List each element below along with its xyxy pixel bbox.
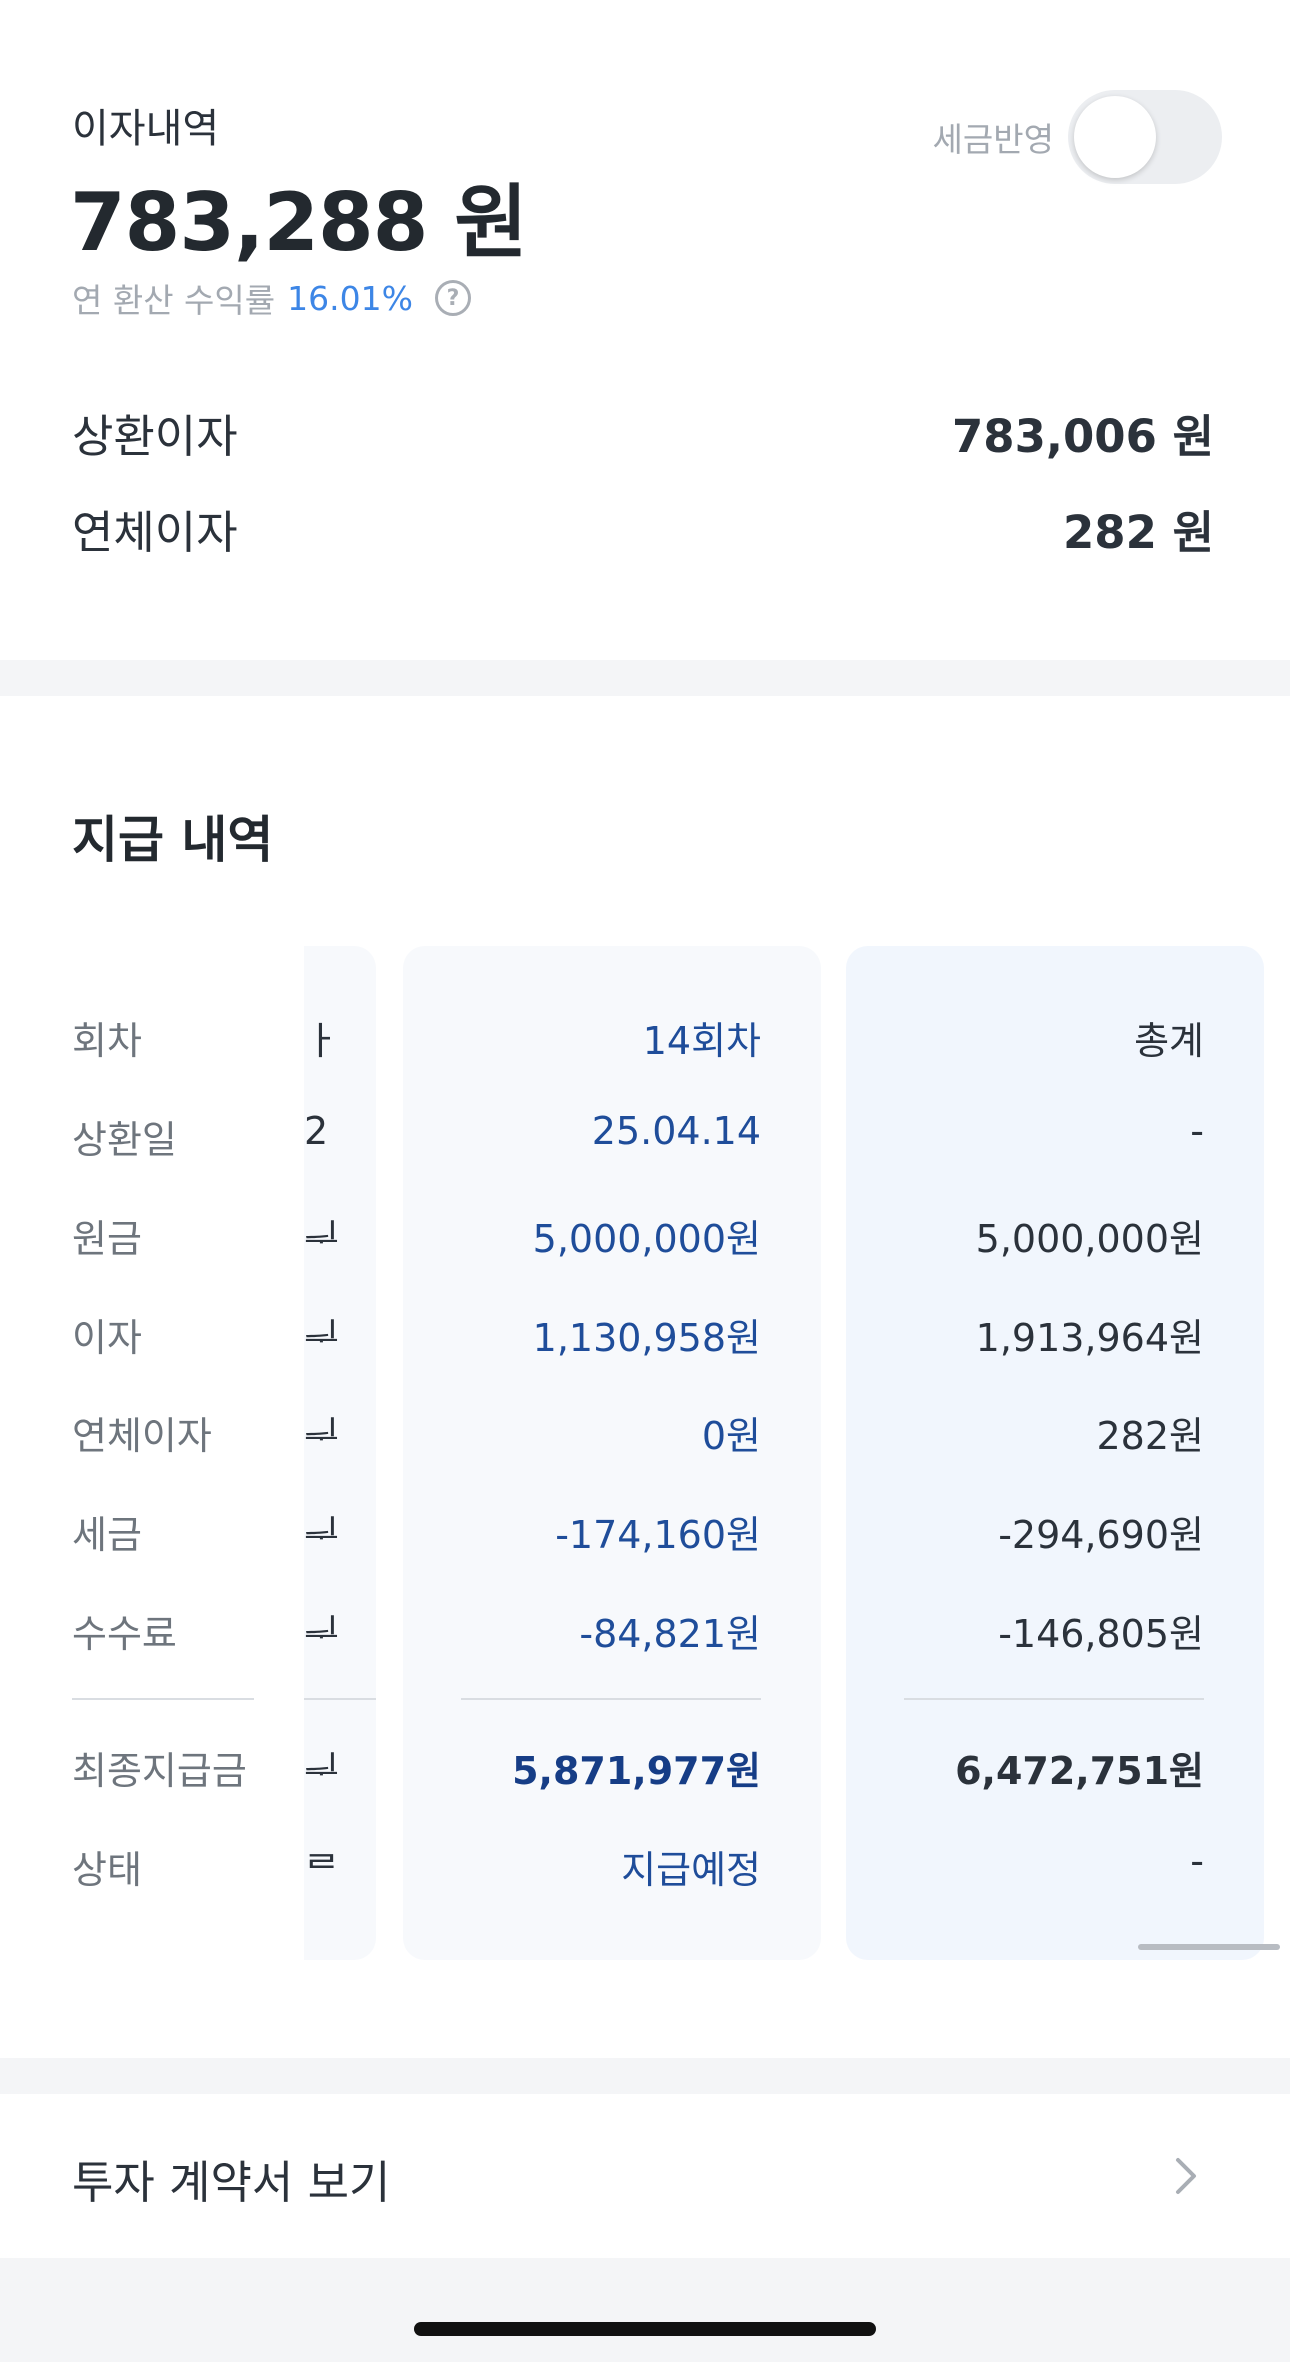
row-label-status: 상태 bbox=[72, 1848, 142, 1892]
row-label-principal: 원금 bbox=[72, 1217, 142, 1261]
row-label-interest: 이자 bbox=[72, 1316, 142, 1360]
partial-divider bbox=[304, 1698, 376, 1700]
partial-cell: ᆗ bbox=[304, 1513, 339, 1557]
cell-round: 총계 bbox=[1134, 1019, 1204, 1063]
interest-row-key: 연체이자 bbox=[72, 506, 238, 559]
cell-tax: -294,690원 bbox=[998, 1513, 1204, 1557]
cell-interest: 1,913,964원 bbox=[975, 1316, 1204, 1360]
question-circle-icon[interactable]: ? bbox=[434, 280, 471, 316]
toggle-knob bbox=[1074, 96, 1156, 178]
horizontal-scrollbar[interactable] bbox=[1138, 1944, 1280, 1950]
cell-tax: -174,160원 bbox=[555, 1513, 761, 1557]
tax-toggle[interactable] bbox=[1068, 90, 1222, 184]
payment-column-partial[interactable]: ㅏ 2 ᆗ ᆗ ᆗ ᆗ ᆗ ᆗ ᄅ bbox=[304, 946, 376, 1960]
row-label-divider bbox=[72, 1698, 254, 1700]
partial-cell: ㅏ bbox=[304, 1019, 339, 1063]
row-label-round: 회차 bbox=[72, 1019, 142, 1063]
cell-final: 6,472,751원 bbox=[955, 1749, 1204, 1793]
cell-date: 25.04.14 bbox=[591, 1109, 761, 1153]
annual-yield: 연 환산 수익률 16.01% ? bbox=[72, 274, 471, 322]
cell-interest: 1,130,958원 bbox=[532, 1316, 761, 1360]
interest-row-repayment: 상환이자 783,006 원 bbox=[72, 400, 1214, 465]
cell-date: - bbox=[1190, 1109, 1204, 1153]
section-divider bbox=[0, 2058, 1290, 2094]
interest-row-overdue: 연체이자 282 원 bbox=[72, 496, 1214, 561]
payment-column-total[interactable]: 총계 - 5,000,000원 1,913,964원 282원 -294,690… bbox=[846, 946, 1264, 1960]
home-indicator[interactable] bbox=[414, 2322, 876, 2336]
interest-section: 이자내역 783,288 원 연 환산 수익률 16.01% ? 세금반영 상환… bbox=[0, 0, 1290, 660]
cell-overdue: 0원 bbox=[701, 1414, 761, 1458]
interest-row-value: 282 원 bbox=[1063, 506, 1214, 559]
row-label-overdue: 연체이자 bbox=[72, 1414, 212, 1458]
partial-cell: ᆗ bbox=[304, 1414, 339, 1458]
annual-yield-rate: 16.01% bbox=[287, 278, 413, 318]
cell-round: 14회차 bbox=[642, 1019, 761, 1063]
tax-toggle-label: 세금반영 bbox=[932, 120, 1054, 159]
view-contract-label: 투자 계약서 보기 bbox=[72, 2156, 391, 2209]
interest-total: 783,288 원 bbox=[70, 176, 528, 269]
interest-row-key: 상환이자 bbox=[72, 410, 238, 463]
row-label-final: 최종지급금 bbox=[72, 1749, 247, 1793]
partial-cell: ᆗ bbox=[304, 1612, 339, 1656]
column-divider bbox=[904, 1698, 1204, 1700]
annual-yield-label: 연 환산 수익률 bbox=[72, 281, 276, 320]
cell-principal: 5,000,000원 bbox=[975, 1217, 1204, 1261]
chevron-right-icon bbox=[1176, 2158, 1196, 2194]
cell-final: 5,871,977원 bbox=[512, 1749, 761, 1793]
interest-row-value: 783,006 원 bbox=[951, 410, 1214, 463]
payment-column-round-14[interactable]: 14회차 25.04.14 5,000,000원 1,130,958원 0원 -… bbox=[403, 946, 821, 1960]
row-label-tax: 세금 bbox=[72, 1513, 142, 1557]
partial-cell: ᆗ bbox=[304, 1316, 339, 1360]
cell-principal: 5,000,000원 bbox=[532, 1217, 761, 1261]
bottom-area bbox=[0, 2258, 1290, 2362]
partial-cell: ᄅ bbox=[304, 1848, 339, 1892]
row-label-fee: 수수료 bbox=[72, 1612, 177, 1656]
tax-toggle-group: 세금반영 bbox=[933, 90, 1222, 184]
payment-history-title: 지급 내역 bbox=[72, 811, 274, 869]
cell-fee: -84,821원 bbox=[579, 1612, 761, 1656]
partial-cell: 2 bbox=[304, 1109, 329, 1153]
partial-cell: ᆗ bbox=[304, 1217, 339, 1261]
cell-fee: -146,805원 bbox=[998, 1612, 1204, 1656]
page: 이자내역 783,288 원 연 환산 수익률 16.01% ? 세금반영 상환… bbox=[0, 0, 1290, 2362]
cell-status: 지급예정 bbox=[621, 1848, 761, 1892]
partial-cell: ᆗ bbox=[304, 1749, 339, 1793]
row-label-date: 상환일 bbox=[72, 1118, 177, 1162]
section-divider bbox=[0, 660, 1290, 696]
cell-overdue: 282원 bbox=[1096, 1414, 1205, 1458]
column-divider bbox=[461, 1698, 761, 1700]
view-contract-button[interactable]: 투자 계약서 보기 bbox=[0, 2094, 1290, 2258]
cell-status: - bbox=[1190, 1839, 1204, 1883]
interest-label: 이자내역 bbox=[72, 106, 220, 152]
